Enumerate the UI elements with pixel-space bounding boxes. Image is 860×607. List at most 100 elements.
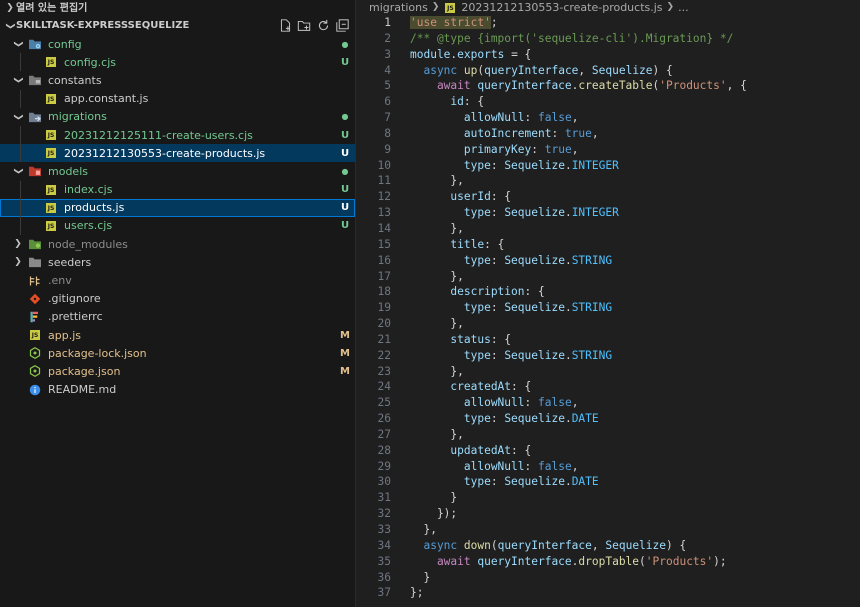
- code-token: createTable: [578, 79, 653, 93]
- code-line[interactable]: 8 autoIncrement: true,: [356, 126, 860, 142]
- tree-item-label: 20231212130553-create-products.js: [64, 146, 266, 160]
- code-text: primaryKey: true,: [410, 142, 579, 158]
- code-line[interactable]: 10 type: Sequelize.INTEGER: [356, 158, 860, 174]
- line-number: 1: [384, 16, 391, 29]
- code-line[interactable]: 14 },: [356, 221, 860, 237]
- tree-folder[interactable]: ❯ migrations ●: [0, 108, 355, 126]
- code-line[interactable]: 4 async up(queryInterface, Sequelize) {: [356, 63, 860, 79]
- code-line[interactable]: 23 },: [356, 364, 860, 380]
- code-line[interactable]: 6 id: {: [356, 94, 860, 110]
- code-line[interactable]: 33 },: [356, 522, 860, 538]
- code-line[interactable]: 12 userId: {: [356, 189, 860, 205]
- tree-file[interactable]: README.md: [0, 381, 355, 399]
- workspace-root-header[interactable]: ❯ SKILLTASK-EXPRESSSEQUELIZE: [0, 17, 355, 35]
- collapse-all-icon[interactable]: [335, 17, 349, 33]
- code-line[interactable]: 34 async down(queryInterface, Sequelize)…: [356, 538, 860, 554]
- code-text: };: [410, 585, 423, 601]
- code-line[interactable]: 21 status: {: [356, 332, 860, 348]
- tree-file[interactable]: .env: [0, 271, 355, 289]
- code-line[interactable]: 32 });: [356, 506, 860, 522]
- code-line[interactable]: 20 },: [356, 316, 860, 332]
- code-token: STRING: [571, 253, 613, 267]
- tree-item-label: .env: [48, 274, 72, 288]
- file-tree: ❯ config ● JS config.cjs U ❯ constants JS app.con…: [0, 35, 355, 399]
- tree-folder[interactable]: ❯ models ●: [0, 162, 355, 180]
- code-line[interactable]: 1 'use strict';: [356, 15, 860, 31]
- code-line[interactable]: 35 await queryInterface.dropTable('Produ…: [356, 554, 860, 570]
- code-line[interactable]: 30 type: Sequelize.DATE: [356, 474, 860, 490]
- tree-file[interactable]: JS products.js U: [0, 198, 355, 217]
- breadcrumb-file[interactable]: 20231212130553-create-products.js: [461, 0, 662, 15]
- open-editors-header[interactable]: ❯ 열려 있는 편집기: [0, 0, 355, 17]
- code-line[interactable]: 9 primaryKey: true,: [356, 142, 860, 158]
- line-number: 13: [377, 206, 391, 220]
- tree-folder[interactable]: ❯ node_modules: [0, 235, 355, 253]
- code-line[interactable]: 11 },: [356, 173, 860, 189]
- tree-item-label: 20231212125111-create-users.cjs: [64, 128, 253, 142]
- code-line[interactable]: 2 /** @type {import('sequelize-cli').Migr…: [356, 31, 860, 47]
- code-line[interactable]: 36 }: [356, 570, 860, 586]
- tree-item-label: config: [48, 37, 82, 51]
- tree-file[interactable]: JS app.constant.js: [0, 89, 355, 108]
- code-line[interactable]: 5 await queryInterface.createTable('Prod…: [356, 78, 860, 94]
- code-line[interactable]: 13 type: Sequelize.INTEGER: [356, 205, 860, 221]
- code-line[interactable]: 16 type: Sequelize.STRING: [356, 253, 860, 269]
- code-token: : {: [490, 190, 512, 204]
- code-token: :: [490, 158, 505, 172]
- code-token: :: [524, 459, 538, 473]
- code-token: : {: [463, 95, 485, 109]
- code-line[interactable]: 26 type: Sequelize.DATE: [356, 411, 860, 427]
- code-line[interactable]: 24 createdAt: {: [356, 379, 860, 395]
- code-line[interactable]: 27 },: [356, 427, 860, 443]
- tree-file[interactable]: JS users.cjs U: [0, 216, 355, 236]
- line-number: 24: [377, 380, 391, 394]
- code-token: true: [544, 142, 572, 156]
- code-area[interactable]: 1 'use strict'; 2 /** @type {import('sequel…: [356, 15, 860, 601]
- code-line[interactable]: 17 },: [356, 269, 860, 285]
- git-status-badge: U: [340, 129, 350, 141]
- code-token: :: [551, 126, 565, 140]
- breadcrumb-symbol[interactable]: ...: [678, 0, 689, 15]
- code-line[interactable]: 37};: [356, 585, 860, 601]
- new-folder-icon[interactable]: [297, 17, 311, 33]
- tree-folder[interactable]: ❯ constants: [0, 71, 355, 89]
- code-line[interactable]: 19 type: Sequelize.STRING: [356, 300, 860, 316]
- code-line[interactable]: 7 allowNull: false,: [356, 110, 860, 126]
- code-line[interactable]: 25 allowNull: false,: [356, 395, 860, 411]
- line-number: 33: [377, 523, 391, 536]
- tree-file[interactable]: package.json M: [0, 362, 355, 380]
- code-line[interactable]: 31 }: [356, 490, 860, 506]
- chevron-right-icon: ❯: [666, 2, 675, 12]
- code-token: :: [531, 142, 545, 156]
- code-token: Sequelize: [504, 253, 565, 267]
- code-token: type: [410, 412, 491, 426]
- code-text: },: [410, 221, 463, 237]
- tree-folder[interactable]: ❯ seeders: [0, 253, 355, 271]
- breadcrumb-folder[interactable]: migrations: [369, 0, 428, 15]
- code-token: },: [410, 523, 437, 536]
- code-line[interactable]: 28 updatedAt: {: [356, 443, 860, 459]
- explorer-actions: [278, 17, 349, 33]
- refresh-icon[interactable]: [316, 17, 330, 33]
- tree-file[interactable]: .gitignore: [0, 290, 355, 308]
- tree-file[interactable]: JS index.cjs U: [0, 180, 355, 199]
- js-file-icon: JS: [445, 2, 456, 13]
- code-line[interactable]: 3 module.exports = {: [356, 47, 860, 63]
- tree-file[interactable]: JS app.js M: [0, 326, 355, 344]
- code-line[interactable]: 15 title: {: [356, 237, 860, 253]
- new-file-icon[interactable]: [278, 17, 292, 33]
- tree-file[interactable]: JS config.cjs U: [0, 53, 355, 72]
- line-number: 14: [377, 221, 391, 235]
- code-line[interactable]: 29 allowNull: false,: [356, 459, 860, 475]
- code-line[interactable]: 22 type: Sequelize.STRING: [356, 348, 860, 364]
- tree-file[interactable]: JS 20231212125111-create-users.cjs U: [0, 125, 355, 145]
- tree-file[interactable]: package-lock.json M: [0, 344, 355, 362]
- code-token: await: [410, 554, 478, 568]
- code-line[interactable]: 18 description: {: [356, 284, 860, 300]
- code-token: description: [410, 285, 525, 299]
- tree-file[interactable]: JS 20231212130553-create-products.js U: [0, 144, 355, 163]
- code-token: module: [410, 47, 451, 61]
- tree-file[interactable]: .prettierrc: [0, 308, 355, 326]
- code-token: 'Products': [659, 79, 727, 93]
- tree-folder[interactable]: ❯ config ●: [0, 35, 355, 53]
